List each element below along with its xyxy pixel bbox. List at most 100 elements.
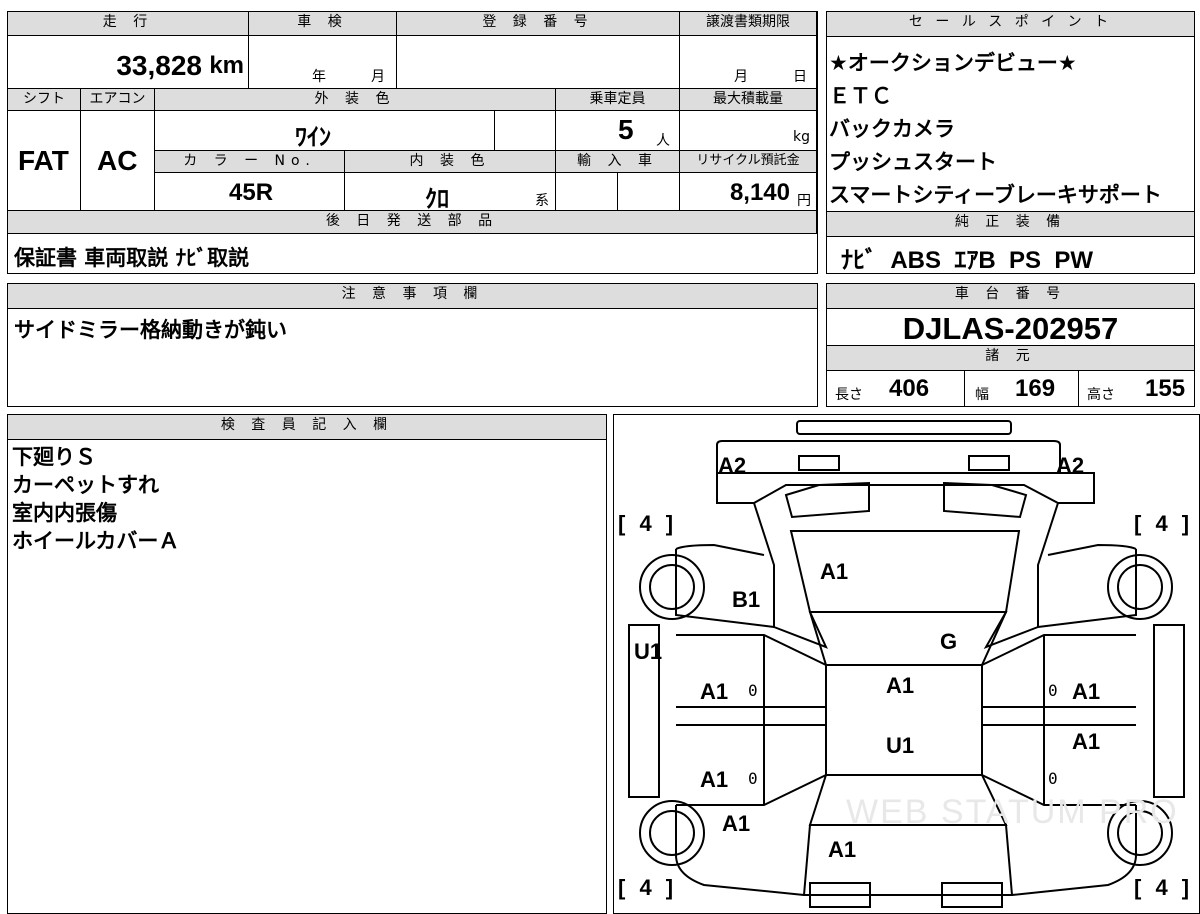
inspector-line: 下廻りＳ (12, 445, 96, 469)
sales-point-item: ★オークションデビュー★ (829, 51, 1077, 75)
car-diagram-panel: [ 4 ] [ 4 ] [ 4 ] [ 4 ] A2 A2 A1 B1 G U1… (613, 414, 1200, 914)
interior-color-header: 内 装 色 (345, 151, 556, 173)
notes-panel: 注 意 事 項 欄 サイドミラー格納動きが鈍い (7, 283, 818, 407)
capacity-unit: 人 (656, 133, 670, 149)
transfer-month-label: 月 (734, 69, 748, 85)
inspector-line: ホイールカバーＡ (12, 529, 180, 553)
tire-label-rear-left: [ 4 ] (618, 875, 678, 900)
aircon-cell: AC (81, 111, 155, 211)
tire-label-rear-right: [ 4 ] (1134, 875, 1194, 900)
max-load-header: 最大積載量 (680, 89, 817, 111)
exterior-color-header: 外 装 色 (155, 89, 556, 111)
standard-equipment-header: 純 正 装 備 (827, 212, 1194, 237)
transfer-day-label: 日 (793, 69, 807, 85)
recycle-fee-header: リサイクル預託金 (680, 151, 817, 173)
spec-length-value: 406 (889, 375, 930, 402)
tire-label-front-left: [ 4 ] (618, 511, 678, 536)
spec-width-label: 幅 (975, 387, 989, 403)
recycle-fee-value: 8,140 (729, 179, 790, 206)
watermark: WEB STATUM PRO (846, 793, 1179, 831)
mark-front-right-corner: A2 (1056, 453, 1085, 478)
sales-point-item: バックカメラ (829, 117, 955, 141)
spec-length-label: 長さ (835, 387, 863, 403)
mileage-unit: km (209, 52, 244, 79)
mark-right-front-door: A1 (1072, 679, 1101, 704)
mark-roof-rear: U1 (886, 733, 915, 758)
registration-cell (397, 36, 680, 89)
spec-height-label: 高さ (1087, 387, 1115, 403)
inspection-month-label: 月 (371, 69, 385, 85)
registration-header: 登 録 番 号 (397, 12, 680, 36)
import-cell-a (556, 173, 618, 211)
mileage-cell: 33,828 km (8, 36, 249, 89)
mark-left-rear-door: A1 (700, 767, 729, 792)
mileage-header: 走 行 (8, 12, 249, 36)
inspection-year-label: 年 (312, 69, 326, 85)
capacity-value: 5 (618, 114, 634, 145)
spec-height-value: 155 (1145, 375, 1186, 402)
standard-equipment-value: ﾅﾋﾞ ABS ｴｱB PS PW (841, 247, 1094, 274)
mark-right-rear-door: A1 (1072, 729, 1101, 754)
sales-points-panel: セ ー ル ス ポ イ ン ト ★オークションデビュー★ ＥＴＣ バックカメラ … (826, 11, 1195, 212)
color-no-cell: 45R (155, 173, 345, 211)
sales-point-item: スマートシティーブレーキサポート (829, 183, 1162, 207)
exterior-color-cell: ﾜｲﾝ (155, 111, 495, 151)
interior-color-value: ｸﾛ (425, 186, 449, 213)
transfer-deadline-cell: 月 日 (680, 36, 817, 89)
inspector-header: 検 査 員 記 入 欄 (8, 415, 606, 440)
aircon-value: AC (97, 145, 138, 176)
shift-value: FAT (18, 145, 69, 176)
max-load-cell: kg (680, 111, 817, 151)
shift-header: シフト (8, 89, 81, 111)
later-shipment-value: 保証書 車両取説 ﾅﾋﾞ取説 (14, 246, 250, 270)
max-load-unit: kg (793, 129, 810, 145)
mileage-value: 33,828 (116, 50, 202, 81)
vehicle-info-grid: 走 行 車 検 登 録 番 号 譲渡書類期限 33,828 km 年 月 月 日… (7, 11, 818, 274)
zero-mark-right-front: 0 (1048, 681, 1058, 700)
zero-mark-left-rear: 0 (748, 769, 758, 788)
zero-mark-left-front: 0 (748, 681, 758, 700)
import-cell-b (618, 173, 680, 211)
mark-left-front-door: A1 (700, 679, 729, 704)
import-header: 輸 入 車 (556, 151, 680, 173)
transfer-deadline-header: 譲渡書類期限 (680, 12, 817, 36)
exterior-color-sub-cell (495, 111, 556, 151)
inspector-line: カーペットすれ (12, 473, 159, 497)
standard-equipment-panel: 純 正 装 備 ﾅﾋﾞ ABS ｴｱB PS PW (826, 211, 1195, 274)
exterior-color-value: ﾜｲﾝ (295, 124, 331, 151)
inspector-panel: 検 査 員 記 入 欄 下廻りＳ カーペットすれ 室内内張傷 ホイールカバーＡ (7, 414, 607, 914)
spec-height: 高さ 155 (1079, 370, 1194, 406)
capacity-cell: 5 人 (556, 111, 680, 151)
sales-points-header: セ ー ル ス ポ イ ン ト (827, 12, 1194, 37)
shift-cell: FAT (8, 111, 81, 211)
sales-point-item: プッシュスタート (829, 150, 997, 174)
chassis-number: DJLAS-202957 (902, 311, 1119, 346)
mark-left-pillar: U1 (634, 639, 663, 664)
inspector-line: 室内内張傷 (12, 501, 117, 525)
mark-front-left-fender: B1 (732, 587, 761, 612)
aircon-header: エアコン (81, 89, 155, 111)
zero-mark-right-rear: 0 (1048, 769, 1058, 788)
tire-label-front-right: [ 4 ] (1134, 511, 1194, 536)
inspection-header: 車 検 (249, 12, 397, 36)
chassis-panel: 車 台 番 号 DJLAS-202957 諸 元 長さ 406 幅 169 高さ… (826, 283, 1195, 407)
spec-length: 長さ 406 (827, 370, 965, 406)
capacity-header: 乗車定員 (556, 89, 680, 111)
later-shipment-header: 後 日 発 送 部 品 (8, 211, 817, 234)
mark-roof: A1 (886, 673, 915, 698)
chassis-header: 車 台 番 号 (827, 284, 1194, 309)
interior-color-suffix: 系 (535, 193, 549, 209)
mark-trunk: A1 (828, 837, 857, 862)
inspection-cell: 年 月 (249, 36, 397, 89)
recycle-fee-unit: 円 (797, 193, 811, 209)
interior-color-cell: ｸﾛ 系 (345, 173, 556, 213)
notes-value: サイドミラー格納動きが鈍い (14, 318, 287, 342)
color-no-value: 45R (229, 179, 274, 206)
notes-header: 注 意 事 項 欄 (8, 284, 817, 309)
color-no-header: カ ラ ー No. (155, 151, 345, 173)
recycle-fee-cell: 8,140 円 (680, 173, 817, 211)
spec-width: 幅 169 (965, 370, 1079, 406)
mark-windshield: G (940, 629, 958, 654)
spec-width-value: 169 (1015, 375, 1056, 402)
sales-point-item: ＥＴＣ (829, 84, 892, 108)
